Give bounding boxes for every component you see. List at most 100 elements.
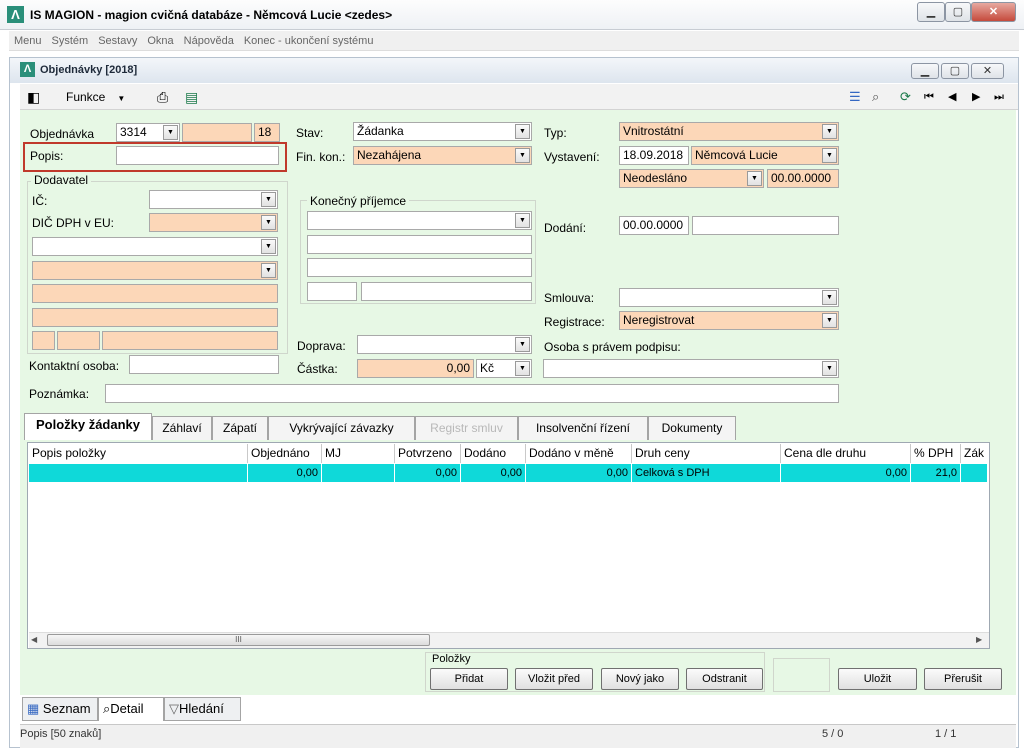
next-record-icon[interactable]: ▶	[972, 87, 988, 107]
prerusit-button[interactable]: Přerušit	[924, 668, 1002, 690]
table-cell[interactable]: Celková s DPH	[632, 464, 781, 482]
col-zaklad[interactable]: Zák	[961, 444, 988, 463]
address-city[interactable]	[102, 331, 278, 350]
scroll-left-icon[interactable]: ◀	[31, 633, 43, 647]
col-cena-dle-druhu[interactable]: Cena dle druhu	[781, 444, 911, 463]
registrace-combo[interactable]: Neregistrovat ▼	[619, 311, 839, 330]
chevron-down-icon[interactable]: ▼	[822, 313, 837, 328]
odeslano-date[interactable]: 00.00.0000	[767, 169, 839, 188]
tab-dokumenty[interactable]: Dokumenty	[648, 416, 736, 440]
finkon-combo[interactable]: Nezahájena ▼	[353, 146, 532, 165]
chevron-down-icon[interactable]: ▼	[822, 290, 837, 305]
first-record-icon[interactable]: ⏮	[924, 87, 940, 107]
objednavka-combo[interactable]: 3314 ▼	[116, 123, 180, 142]
tab-hledani[interactable]: ▽Hledání	[164, 697, 241, 721]
child-minimize-button[interactable]: ▁	[911, 63, 939, 79]
dodavatel-name-combo[interactable]: ▼	[32, 237, 278, 256]
address-zip[interactable]	[57, 331, 100, 350]
konecny-street[interactable]	[307, 258, 532, 277]
table-cell[interactable]	[961, 464, 988, 482]
odeslano-combo[interactable]: Neodesláno ▼	[619, 169, 764, 188]
doprava-combo[interactable]: ▼	[357, 335, 532, 354]
ic-combo[interactable]: ▼	[149, 190, 278, 209]
col-dph[interactable]: % DPH	[911, 444, 961, 463]
konecny-city[interactable]	[361, 282, 532, 301]
smlouva-combo[interactable]: ▼	[619, 288, 839, 307]
objednavka-year-field[interactable]: 18	[254, 123, 280, 142]
child-maximize-button[interactable]: ▢	[941, 63, 969, 79]
table-cell[interactable]: 0,00	[781, 464, 911, 482]
menu-napoveda[interactable]: Nápověda	[179, 31, 239, 51]
vlozit-pred-button[interactable]: Vložit před	[515, 668, 593, 690]
chevron-down-icon[interactable]: ▼	[822, 148, 837, 163]
chevron-down-icon[interactable]: ▼	[261, 263, 276, 278]
typ-combo[interactable]: Vnitrostátní ▼	[619, 122, 839, 141]
menu-okna[interactable]: Okna	[142, 31, 178, 51]
scroll-right-icon[interactable]: ▶	[976, 633, 988, 647]
poznamka-input[interactable]	[105, 384, 839, 403]
table-cell[interactable]: 0,00	[526, 464, 632, 482]
table-cell[interactable]: 0,00	[248, 464, 322, 482]
address-line-1[interactable]	[32, 284, 278, 303]
chevron-down-icon[interactable]: ▼	[261, 192, 276, 207]
chevron-down-icon[interactable]: ▼	[747, 171, 762, 186]
pridat-button[interactable]: Přidat	[430, 668, 508, 690]
close-button[interactable]: ✕	[971, 2, 1016, 22]
col-potvrzeno[interactable]: Potvrzeno	[395, 444, 461, 463]
funkce-menu-button[interactable]: Funkce ▼	[66, 87, 125, 107]
col-objednano[interactable]: Objednáno	[248, 444, 322, 463]
table-cell[interactable]	[29, 464, 248, 482]
menu-system[interactable]: Systém	[47, 31, 94, 51]
table-cell[interactable]: 0,00	[461, 464, 526, 482]
col-mj[interactable]: MJ	[322, 444, 395, 463]
chevron-down-icon[interactable]: ▼	[515, 148, 530, 163]
table-cell[interactable]: 21,0	[911, 464, 961, 482]
menu-sestavy[interactable]: Sestavy	[93, 31, 142, 51]
refresh-icon[interactable]: ⟳	[900, 87, 916, 107]
ulozit-button[interactable]: Uložit	[838, 668, 917, 690]
chevron-down-icon[interactable]: ▼	[515, 337, 530, 352]
list-icon[interactable]: ☰	[849, 87, 865, 107]
castka-input[interactable]: 0,00	[357, 359, 474, 378]
objednavka-prefix-field[interactable]	[182, 123, 252, 142]
tab-vykryvajici-zavazky[interactable]: Vykrývající závazky	[268, 416, 415, 440]
dic-combo[interactable]: ▼	[149, 213, 278, 232]
col-popis[interactable]: Popis položky	[29, 444, 248, 463]
popis-input[interactable]	[116, 146, 279, 165]
tab-seznam[interactable]: ▦ Seznam	[22, 697, 98, 721]
menu-menu[interactable]: Menu	[9, 31, 47, 51]
chevron-down-icon[interactable]: ▼	[515, 361, 530, 376]
tab-insolvencni-rizeni[interactable]: Insolvenční řízení	[518, 416, 648, 440]
chevron-down-icon[interactable]: ▼	[515, 213, 530, 228]
print-icon[interactable]: ⎙	[157, 87, 175, 107]
vystaveni-user-combo[interactable]: Němcová Lucie ▼	[691, 146, 839, 165]
vystaveni-date[interactable]: 18.09.2018	[619, 146, 689, 165]
last-record-icon[interactable]: ⏭	[994, 87, 1010, 107]
menu-konec[interactable]: Konec - ukončení systému	[239, 31, 379, 51]
chevron-down-icon[interactable]: ▼	[261, 239, 276, 254]
address-country[interactable]	[32, 331, 55, 350]
export-icon[interactable]: ▤	[185, 87, 203, 107]
chevron-down-icon[interactable]: ▼	[822, 124, 837, 139]
chevron-down-icon[interactable]: ▼	[261, 215, 276, 230]
minimize-button[interactable]: ▁	[917, 2, 945, 22]
chevron-down-icon[interactable]: ▼	[822, 361, 837, 376]
col-dodano-v-mene[interactable]: Dodáno v měně	[526, 444, 632, 463]
tab-zahlavi[interactable]: Záhlaví	[152, 416, 212, 440]
konecny-zip[interactable]	[307, 282, 357, 301]
tab-zapati[interactable]: Zápatí	[212, 416, 268, 440]
odstranit-button[interactable]: Odstranit	[686, 668, 763, 690]
dodani-date[interactable]: 00.00.0000	[619, 216, 689, 235]
kontakt-input[interactable]	[129, 355, 279, 374]
konecny-combo[interactable]: ▼	[307, 211, 532, 230]
stav-combo[interactable]: Žádanka ▼	[353, 122, 532, 141]
table-cell[interactable]	[322, 464, 395, 482]
search-doc-icon[interactable]: ⌕	[872, 87, 888, 107]
mena-combo[interactable]: Kč ▼	[476, 359, 532, 378]
dodavatel-branch-combo[interactable]: ▼	[32, 261, 278, 280]
previous-record-icon[interactable]: ◀	[948, 87, 964, 107]
maximize-button[interactable]: ▢	[945, 2, 971, 22]
col-dodano[interactable]: Dodáno	[461, 444, 526, 463]
chevron-down-icon[interactable]: ▼	[515, 124, 530, 139]
osoba-combo[interactable]: ▼	[543, 359, 839, 378]
